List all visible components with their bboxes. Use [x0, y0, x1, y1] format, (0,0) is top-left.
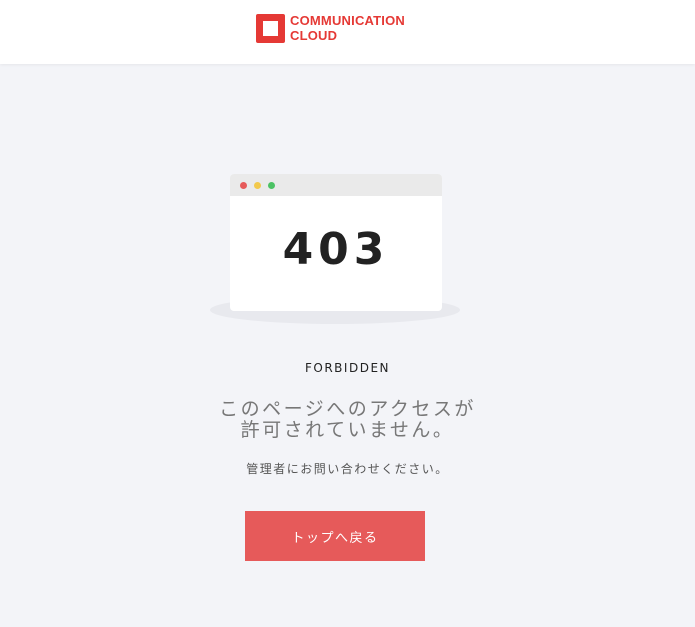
logo[interactable]: COMMUNICATION CLOUD: [256, 13, 405, 43]
error-code: 403: [282, 224, 390, 275]
back-to-top-button[interactable]: トップへ戻る: [245, 511, 425, 561]
window-dot-yellow-icon: [254, 182, 261, 189]
window-dot-red-icon: [240, 182, 247, 189]
error-label: FORBIDDEN: [305, 361, 390, 375]
header: COMMUNICATION CLOUD: [0, 0, 695, 64]
browser-window-titlebar: [230, 174, 442, 196]
browser-window-illustration: 403: [210, 172, 460, 327]
error-sub-message: 管理者にお問い合わせください。: [246, 462, 449, 476]
logo-text: COMMUNICATION CLOUD: [290, 13, 405, 43]
error-message-line2: 許可されていません。: [240, 419, 455, 441]
error-message: このページへのアクセスが 許可されていません。: [0, 399, 695, 441]
logo-text-line2: CLOUD: [290, 28, 338, 43]
window-dot-green-icon: [268, 182, 275, 189]
logo-mark-icon: [256, 13, 285, 43]
error-message-line1: このページへのアクセスが: [219, 398, 476, 420]
logo-text-line1: COMMUNICATION: [290, 13, 406, 28]
browser-window: 403: [230, 174, 442, 311]
